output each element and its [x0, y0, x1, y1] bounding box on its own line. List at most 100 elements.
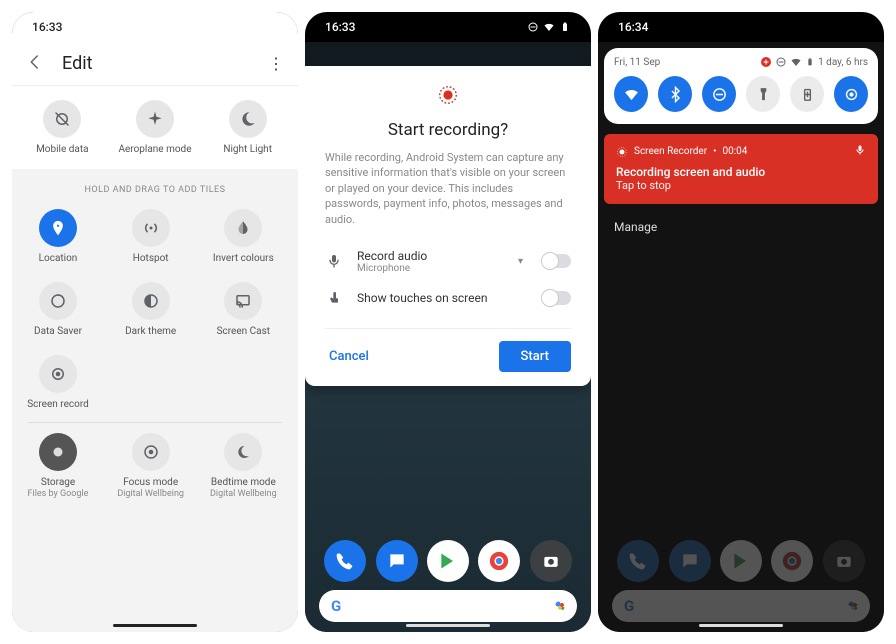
qs-screen-record[interactable]: [834, 76, 868, 112]
status-bar: 16:34: [598, 12, 884, 42]
cast-icon: [234, 292, 252, 310]
search-bar-dimmed: G: [612, 590, 870, 622]
app-play-store[interactable]: [427, 540, 469, 582]
dark-theme-icon: [142, 292, 160, 310]
location-icon: [49, 219, 67, 237]
tile-aeroplane-mode[interactable]: Aeroplane mode: [113, 100, 197, 155]
dnd-status-icon: [527, 21, 539, 33]
search-bar[interactable]: G: [319, 590, 577, 622]
tile-night-light[interactable]: Night Light: [206, 100, 290, 155]
tile-data-saver[interactable]: Data Saver: [16, 282, 100, 337]
plus-badge-icon: [760, 56, 772, 68]
wifi-status-icon: [790, 56, 802, 68]
app-play-store: [720, 540, 762, 582]
app-messages[interactable]: [376, 540, 418, 582]
data-saver-icon: [49, 292, 67, 310]
status-time: 16:34: [618, 20, 648, 34]
qs-battery-saver[interactable]: [790, 76, 824, 112]
app-chrome: [771, 540, 813, 582]
qs-bluetooth[interactable]: [658, 76, 692, 112]
google-g-icon: G: [624, 597, 634, 615]
status-bar: 16:33: [12, 12, 298, 42]
tile-bedtime-mode[interactable]: Bedtime mode Digital Wellbeing: [201, 433, 285, 499]
overflow-menu-icon[interactable]: ⋮: [268, 54, 284, 73]
back-icon[interactable]: [26, 53, 44, 75]
tile-focus-mode[interactable]: Focus mode Digital Wellbeing: [109, 433, 193, 499]
notif-subtitle: Tap to stop: [616, 179, 866, 192]
tile-location[interactable]: Location: [16, 209, 100, 264]
record-small-icon: [616, 146, 628, 158]
app-phone[interactable]: [324, 540, 366, 582]
divider: [28, 422, 282, 423]
screen-start-recording-dialog: 16:33 Start recording? While recording, …: [305, 12, 591, 632]
airplane-icon: [146, 110, 164, 128]
storage-icon: [49, 443, 67, 461]
notif-app-name: Screen Recorder: [634, 146, 707, 157]
shade-status-icons: 1 day, 6 hrs: [760, 56, 868, 68]
screen-edit-tiles: 16:33 Edit ⋮ Mobile data Aeroplane mode …: [12, 12, 298, 632]
gesture-bar[interactable]: [113, 624, 197, 627]
tile-screen-record[interactable]: Screen record: [16, 355, 100, 410]
status-time: 16:33: [32, 20, 62, 34]
microphone-icon: [325, 253, 343, 269]
status-time: 16:33: [325, 20, 355, 34]
status-bar: 16:33: [305, 12, 591, 42]
invert-icon: [234, 219, 252, 237]
wifi-status-icon: [543, 21, 555, 33]
home-dock: [305, 540, 591, 582]
dialog-description: While recording, Android System can capt…: [325, 150, 571, 227]
option-show-touches[interactable]: Show touches on screen: [325, 282, 571, 314]
dialog-title: Start recording?: [325, 120, 571, 140]
gesture-bar[interactable]: [699, 624, 783, 627]
recording-notification[interactable]: Screen Recorder • 00:04 Recording screen…: [604, 134, 878, 204]
battery-status-icon: [805, 56, 815, 68]
manage-button[interactable]: Manage: [598, 204, 884, 250]
google-g-icon: G: [331, 597, 341, 615]
screen-record-icon: [843, 86, 860, 103]
tile-mobile-data[interactable]: Mobile data: [20, 100, 104, 155]
focus-icon: [142, 443, 160, 461]
add-tiles-hint: HOLD AND DRAG TO ADD TILES: [12, 169, 298, 199]
start-button[interactable]: Start: [499, 341, 571, 372]
notif-title: Recording screen and audio: [616, 165, 866, 179]
dnd-status-icon: [775, 56, 787, 68]
toggle-show-touches[interactable]: [543, 291, 571, 305]
edit-header: Edit ⋮: [12, 42, 298, 86]
page-title: Edit: [62, 53, 92, 74]
shade-date: Fri, 11 Sep: [614, 57, 760, 68]
battery-status-icon: [559, 21, 571, 33]
status-icons: [527, 21, 571, 33]
battery-estimate: 1 day, 6 hrs: [818, 57, 868, 68]
moon-icon: [239, 110, 257, 128]
toggle-record-audio[interactable]: [543, 254, 571, 268]
tile-screen-cast[interactable]: Screen Cast: [201, 282, 285, 337]
wifi-icon: [623, 86, 640, 103]
battery-saver-icon: [799, 86, 816, 103]
dropdown-icon[interactable]: ▾: [518, 256, 523, 267]
tile-storage[interactable]: Storage Files by Google: [16, 433, 100, 499]
tile-invert-colours[interactable]: Invert colours: [201, 209, 285, 264]
tile-dark-theme[interactable]: Dark theme: [109, 282, 193, 337]
assistant-icon[interactable]: [555, 601, 565, 611]
flashlight-icon: [755, 86, 772, 103]
dnd-icon: [711, 86, 728, 103]
app-phone: [617, 540, 659, 582]
recording-dialog: Start recording? While recording, Androi…: [305, 66, 591, 386]
app-camera: [823, 540, 865, 582]
touch-icon: [325, 290, 343, 306]
screen-record-icon: [49, 365, 67, 383]
qs-flashlight[interactable]: [746, 76, 780, 112]
app-camera[interactable]: [530, 540, 572, 582]
bedtime-icon: [234, 443, 252, 461]
tile-hotspot[interactable]: Hotspot: [109, 209, 193, 264]
mobile-data-icon: [53, 110, 71, 128]
option-record-audio[interactable]: Record audio Microphone ▾: [325, 241, 571, 282]
qs-wifi[interactable]: [614, 76, 648, 112]
quick-settings-row: [614, 76, 868, 112]
quick-settings-panel: Fri, 11 Sep 1 day, 6 hrs: [604, 48, 878, 124]
app-chrome[interactable]: [478, 540, 520, 582]
gesture-bar[interactable]: [406, 624, 490, 627]
qs-dnd[interactable]: [702, 76, 736, 112]
hotspot-icon: [142, 219, 160, 237]
cancel-button[interactable]: Cancel: [325, 343, 373, 370]
